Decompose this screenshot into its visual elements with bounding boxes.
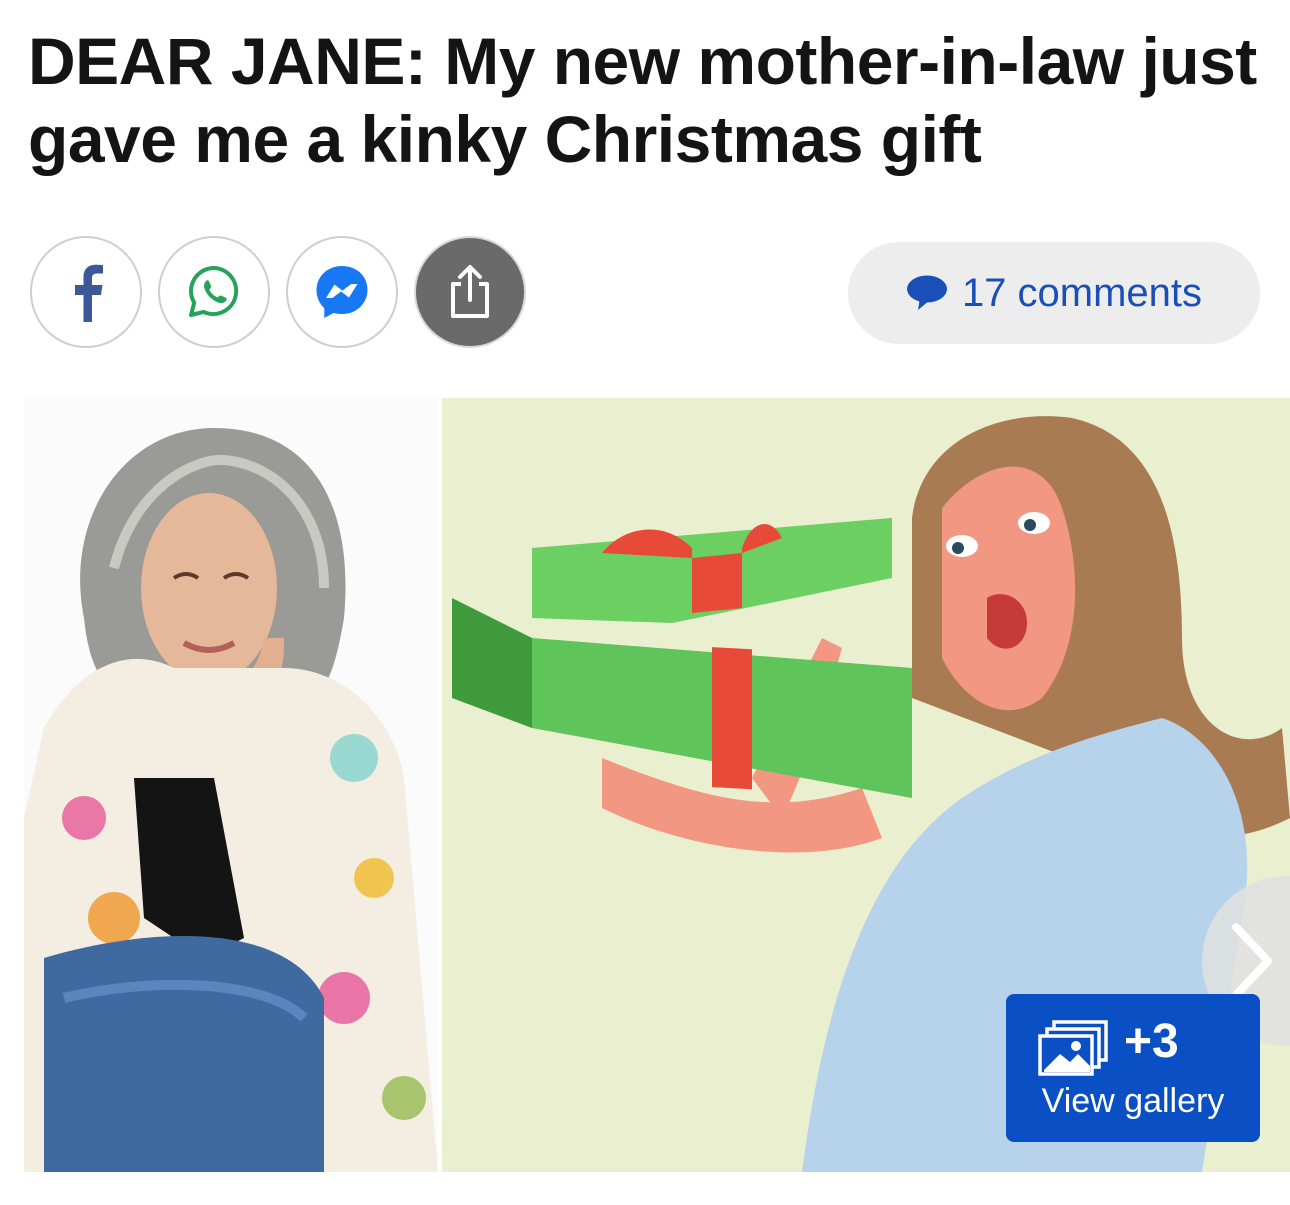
share-bar: [30, 236, 526, 348]
share-icon: [451, 265, 489, 318]
view-gallery-button[interactable]: +3 View gallery: [1006, 994, 1260, 1142]
gallery-count: +3: [1124, 1015, 1179, 1068]
share-more-button[interactable]: [414, 236, 526, 348]
share-facebook-button[interactable]: [30, 236, 142, 348]
article-headline: DEAR JANE: My new mother-in-law just gav…: [28, 24, 1257, 176]
speech-bubble-icon: [906, 275, 947, 310]
share-whatsapp-button[interactable]: [158, 236, 270, 348]
author-photo: [24, 398, 438, 1172]
whatsapp-icon: [189, 266, 239, 317]
comments-count: 17 comments: [961, 270, 1203, 315]
share-messenger-button[interactable]: [286, 236, 398, 348]
messenger-icon: [316, 266, 368, 318]
view-gallery-label: View gallery: [1041, 1082, 1225, 1120]
comments-button[interactable]: 17 comments: [848, 242, 1260, 344]
facebook-icon: [75, 264, 103, 322]
chevron-right-icon: [1232, 923, 1272, 999]
gallery-icon: [1038, 1020, 1108, 1076]
